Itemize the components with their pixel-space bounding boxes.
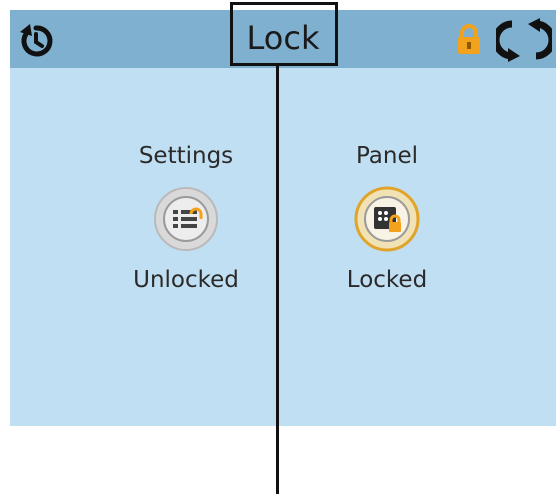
- keypad-lock-icon[interactable]: [354, 186, 420, 252]
- tile-panel-state: Locked: [346, 267, 428, 293]
- device-screen: Lock Settings Unlocked Panel Locked: [10, 10, 556, 426]
- tile-panel-label: Panel: [355, 143, 419, 169]
- tile-panel[interactable]: Panel Locked: [317, 142, 457, 294]
- tile-settings-state: Unlocked: [133, 267, 239, 293]
- callout-box: [230, 2, 338, 66]
- tile-settings[interactable]: Settings Unlocked: [116, 142, 256, 294]
- callout-line: [276, 66, 279, 494]
- refresh-icon[interactable]: [496, 18, 552, 62]
- settings-list-icon[interactable]: [153, 186, 219, 252]
- tile-settings-label: Settings: [138, 143, 234, 169]
- padlock-icon: [458, 24, 480, 54]
